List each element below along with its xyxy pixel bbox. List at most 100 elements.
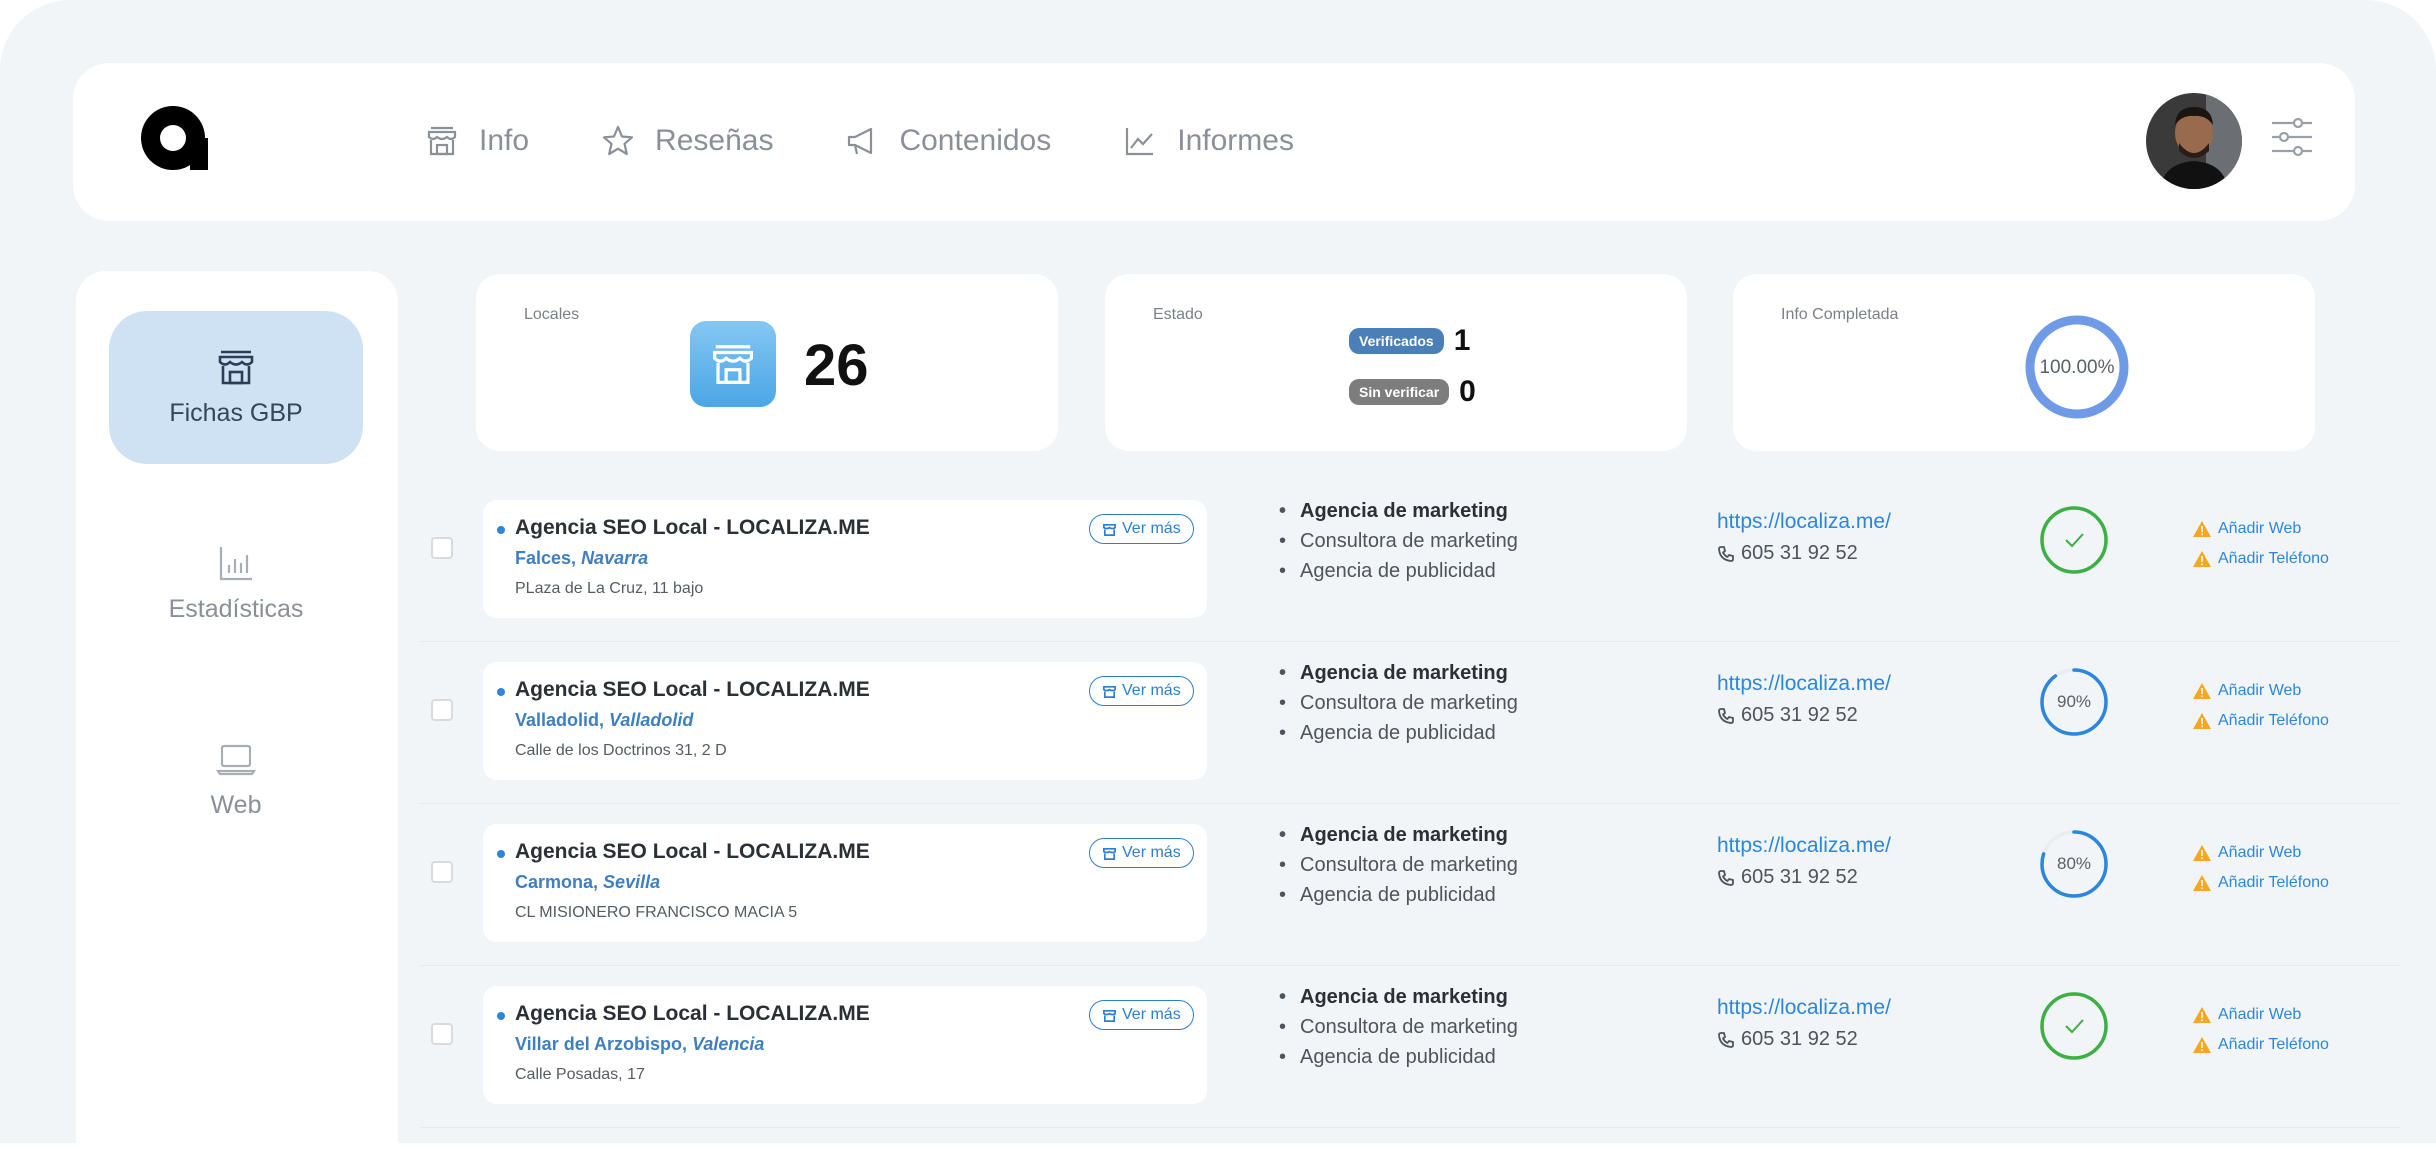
business-location: Carmona, Sevilla [515, 872, 660, 893]
add-phone-label: Añadir Teléfono [2218, 874, 2329, 891]
info-completada-ring: 100.00% [2025, 315, 2129, 419]
phone-number: 605 31 92 52 [1717, 704, 1858, 727]
phone-number: 605 31 92 52 [1717, 542, 1858, 565]
category-item: Agencia de publicidad [1279, 556, 1518, 586]
warning-icon [2193, 713, 2211, 729]
business-address: Calle Posadas, 17 [515, 1066, 645, 1083]
phone-icon [1718, 707, 1734, 724]
business-province: Sevilla [603, 872, 661, 892]
business-city: Villar del Arzobispo, [515, 1034, 688, 1054]
business-name: Agencia SEO Local - LOCALIZA.ME [515, 1002, 870, 1025]
category-item: Consultora de marketing [1279, 850, 1518, 880]
sidebar-item-fichas-gbp[interactable]: Fichas GBP [109, 311, 363, 464]
category-item: Agencia de publicidad [1279, 880, 1518, 910]
line-chart-icon [1126, 128, 1154, 156]
app-frame: Info Reseñas Contenidos Informes Fichas … [0, 0, 2436, 1171]
star-icon [602, 125, 634, 156]
ver-mas-button[interactable]: Ver más [1089, 1000, 1194, 1030]
store-icon [1103, 523, 1116, 536]
add-web-warning[interactable]: Añadir Web [2192, 682, 2301, 700]
ver-mas-label: Ver más [1122, 1006, 1181, 1023]
unverified-count: 0 [1459, 375, 1476, 408]
store-icon [427, 126, 457, 156]
add-web-warning[interactable]: Añadir Web [2192, 520, 2301, 538]
business-card: Agencia SEO Local - LOCALIZA.ME Carmona,… [483, 824, 1207, 942]
nav-resenas[interactable]: Reseñas [601, 124, 773, 158]
website-link[interactable]: https://localiza.me/ [1717, 996, 1891, 1020]
ver-mas-button[interactable]: Ver más [1089, 838, 1194, 868]
website-link[interactable]: https://localiza.me/ [1717, 510, 1891, 534]
locales-label: Locales [524, 306, 580, 323]
category-item: Consultora de marketing [1279, 1012, 1518, 1042]
check-icon [2065, 1019, 2084, 1034]
nav-contenidos-label: Contenidos [899, 124, 1052, 157]
category-item: Agencia de marketing [1279, 658, 1518, 688]
business-location: Valladolid, Valladolid [515, 710, 693, 731]
warning-icon [2193, 845, 2211, 861]
completion-indicator [2040, 506, 2108, 574]
estado-label: Estado [1153, 306, 1203, 323]
user-avatar[interactable] [2146, 93, 2242, 189]
nav-contenidos[interactable]: Contenidos [845, 124, 1051, 158]
status-dot [497, 688, 505, 696]
ver-mas-button[interactable]: Ver más [1089, 676, 1194, 706]
sidebar-item-label: Estadísticas [168, 595, 304, 623]
add-phone-warning[interactable]: Añadir Teléfono [2192, 550, 2329, 568]
completion-indicator: 90% [2040, 668, 2108, 736]
status-dot [497, 526, 505, 534]
listing-row: Agencia SEO Local - LOCALIZA.ME Valladol… [420, 642, 2400, 804]
add-phone-warning[interactable]: Añadir Teléfono [2192, 874, 2329, 892]
app-logo[interactable] [138, 105, 208, 177]
add-phone-warning[interactable]: Añadir Teléfono [2192, 1036, 2329, 1054]
row-checkbox[interactable] [431, 699, 453, 721]
nav-informes[interactable]: Informes [1123, 124, 1294, 158]
business-city: Carmona, [515, 872, 599, 892]
category-list: Agencia de marketing Consultora de marke… [1279, 820, 1518, 910]
sidebar-item-estadisticas[interactable]: Estadísticas [109, 507, 363, 660]
ver-mas-button[interactable]: Ver más [1089, 514, 1194, 544]
add-phone-label: Añadir Teléfono [2218, 1036, 2329, 1053]
sidebar-item-label: Fichas GBP [169, 399, 303, 427]
verified-row: Verificados 1 [1349, 324, 1470, 358]
website-link[interactable]: https://localiza.me/ [1717, 672, 1891, 696]
completion-percent: 80% [2057, 854, 2091, 873]
completion-arc [2040, 506, 2108, 574]
completion-percent: 90% [2057, 692, 2091, 711]
phone-number: 605 31 92 52 [1717, 866, 1858, 889]
add-web-warning[interactable]: Añadir Web [2192, 844, 2301, 862]
business-province: Valencia [692, 1034, 765, 1054]
add-web-warning[interactable]: Añadir Web [2192, 1006, 2301, 1024]
info-completada-percent: 100.00% [2039, 357, 2114, 378]
filter-settings-icon[interactable] [2270, 115, 2314, 159]
category-list: Agencia de marketing Consultora de marke… [1279, 496, 1518, 586]
store-icon [1103, 1009, 1116, 1022]
row-checkbox[interactable] [431, 537, 453, 559]
unverified-row: Sin verificar 0 [1349, 375, 1476, 409]
ver-mas-label: Ver más [1122, 844, 1181, 861]
top-navbar: Info Reseñas Contenidos Informes [73, 63, 2355, 221]
category-list: Agencia de marketing Consultora de marke… [1279, 982, 1518, 1072]
category-item: Agencia de marketing [1279, 496, 1518, 526]
listing-row: Agencia SEO Local - LOCALIZA.ME Carmona,… [420, 804, 2400, 966]
warning-icon [2193, 1007, 2211, 1023]
add-phone-warning[interactable]: Añadir Teléfono [2192, 712, 2329, 730]
store-icon [1103, 847, 1116, 860]
sidebar-item-web[interactable]: Web [109, 703, 363, 856]
ver-mas-label: Ver más [1122, 682, 1181, 699]
completion-indicator [2040, 992, 2108, 1060]
nav-info[interactable]: Info [425, 124, 529, 158]
estado-card: Estado Verificados 1 Sin verificar 0 [1105, 274, 1687, 451]
status-dot [497, 1012, 505, 1020]
row-checkbox[interactable] [431, 861, 453, 883]
business-location: Falces, Navarra [515, 548, 648, 569]
row-checkbox[interactable] [431, 1023, 453, 1045]
phone-text: 605 31 92 52 [1741, 1028, 1858, 1050]
phone-icon [1718, 1031, 1734, 1048]
category-list: Agencia de marketing Consultora de marke… [1279, 658, 1518, 748]
business-address: PLaza de La Cruz, 11 bajo [515, 580, 704, 597]
ver-mas-label: Ver más [1122, 520, 1181, 537]
business-name: Agencia SEO Local - LOCALIZA.ME [515, 516, 870, 539]
business-province: Valladolid [609, 710, 694, 730]
sidebar-item-label: Web [210, 791, 262, 819]
website-link[interactable]: https://localiza.me/ [1717, 834, 1891, 858]
